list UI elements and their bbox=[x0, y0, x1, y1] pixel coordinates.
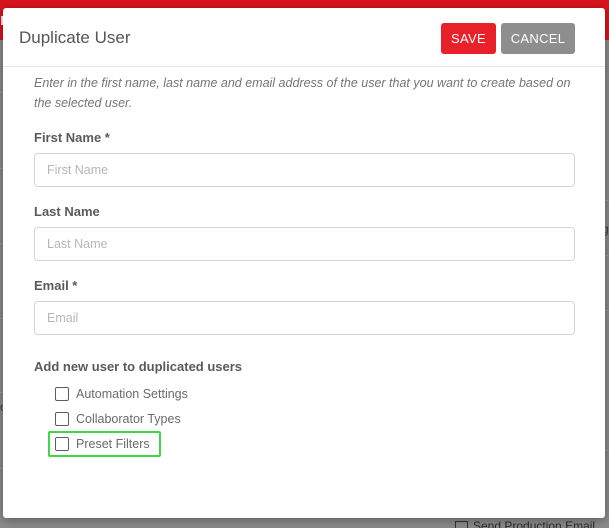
option-preset-filters[interactable]: Preset Filters bbox=[55, 435, 150, 453]
collaborator-types-label[interactable]: Collaborator Types bbox=[76, 411, 181, 427]
duplicate-options-label: Add new user to duplicated users bbox=[34, 359, 243, 374]
automation-settings-checkbox[interactable] bbox=[55, 387, 69, 401]
last-name-label: Last Name bbox=[34, 204, 100, 219]
dialog-title: Duplicate User bbox=[19, 28, 131, 47]
save-button[interactable]: SAVE bbox=[441, 23, 496, 54]
duplicate-user-dialog: Duplicate User SAVE CANCEL Enter in the … bbox=[3, 8, 605, 518]
last-name-input[interactable] bbox=[34, 227, 575, 261]
dialog-instructions: Enter in the first name, last name and e… bbox=[34, 76, 571, 110]
preset-filters-checkbox[interactable] bbox=[55, 437, 69, 451]
email-label: Email * bbox=[34, 278, 78, 293]
header-divider bbox=[3, 66, 605, 67]
collaborator-types-checkbox[interactable] bbox=[55, 412, 69, 426]
preset-filters-label[interactable]: Preset Filters bbox=[76, 436, 150, 452]
cancel-button[interactable]: CANCEL bbox=[501, 23, 575, 54]
first-name-label: First Name * bbox=[34, 130, 110, 145]
bg-checkbox bbox=[455, 521, 468, 528]
option-automation-settings[interactable]: Automation Settings bbox=[55, 385, 188, 403]
option-collaborator-types[interactable]: Collaborator Types bbox=[55, 410, 181, 428]
email-input[interactable] bbox=[34, 301, 575, 335]
bg-checkbox-label: Send Production Email bbox=[473, 519, 596, 528]
first-name-input[interactable] bbox=[34, 153, 575, 187]
automation-settings-label[interactable]: Automation Settings bbox=[76, 386, 188, 402]
